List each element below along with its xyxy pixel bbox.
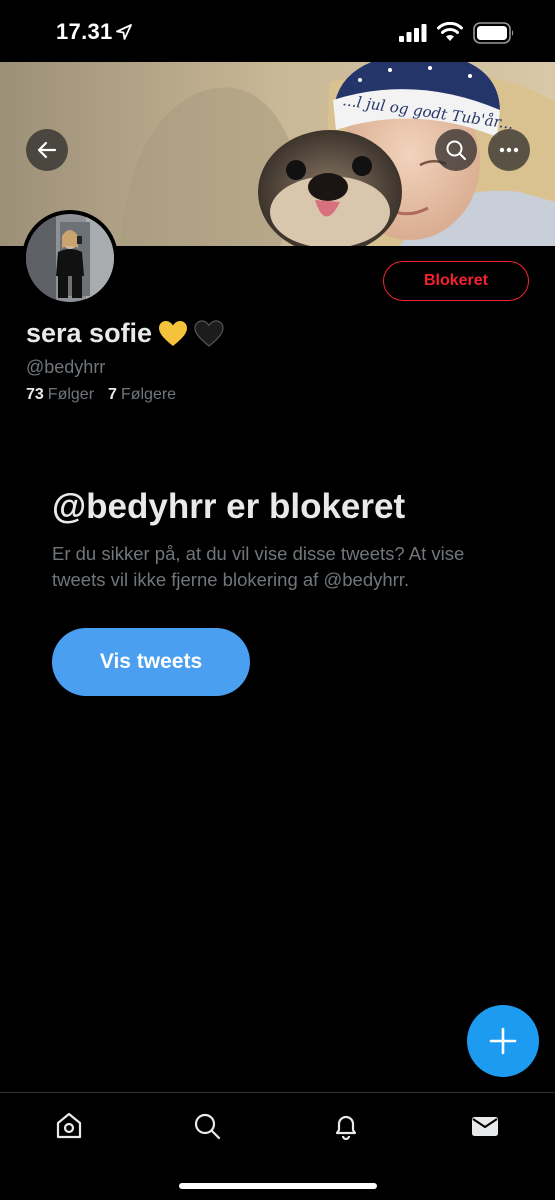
yellow-heart-icon xyxy=(159,320,188,346)
black-heart-icon xyxy=(194,319,224,347)
more-button[interactable] xyxy=(488,129,530,171)
battery-icon xyxy=(473,22,514,44)
blocked-description: Er du sikker på, at du vil vise disse tw… xyxy=(52,543,465,590)
avatar[interactable] xyxy=(22,210,118,306)
wifi-icon xyxy=(437,22,463,41)
search-button[interactable] xyxy=(435,129,477,171)
compose-tweet-button[interactable] xyxy=(467,1005,539,1077)
follow-stats: 73 Følger 7 Følgere xyxy=(26,386,176,404)
bell-icon xyxy=(335,1115,357,1141)
search-icon xyxy=(194,1113,221,1140)
more-icon xyxy=(499,147,519,153)
display-name: sera sofie xyxy=(26,318,153,348)
signal-icon xyxy=(399,24,427,42)
following-link[interactable]: 73 Følger xyxy=(26,386,94,404)
blocked-title: @bedyhrr er blokeret xyxy=(52,487,406,526)
nav-search[interactable] xyxy=(190,1109,224,1143)
status-time: 17.31 xyxy=(56,19,113,44)
blocked-button[interactable]: Blokeret xyxy=(383,261,529,301)
nav-notifications[interactable] xyxy=(329,1109,363,1143)
mail-icon xyxy=(472,1117,498,1136)
location-arrow-icon xyxy=(116,24,132,40)
nav-home[interactable] xyxy=(52,1109,86,1143)
status-bar: 17.31 xyxy=(0,0,555,62)
back-arrow-icon xyxy=(37,141,57,159)
profile-handle: @bedyhrr xyxy=(26,357,106,377)
followers-count: 7 xyxy=(108,386,117,403)
followers-link[interactable]: 7 Følgere xyxy=(108,386,176,404)
home-indicator xyxy=(179,1183,377,1189)
search-icon xyxy=(446,140,466,160)
plus-icon xyxy=(489,1027,517,1055)
avatar-image xyxy=(26,214,114,302)
following-label: Følger xyxy=(47,386,95,403)
show-tweets-button[interactable]: Vis tweets xyxy=(52,628,250,696)
home-icon xyxy=(56,1112,82,1139)
back-button[interactable] xyxy=(26,129,68,171)
following-count: 73 xyxy=(26,386,44,403)
nav-messages[interactable] xyxy=(468,1109,502,1143)
followers-label: Følgere xyxy=(120,386,177,403)
profile-name-row: sera sofie xyxy=(26,318,224,349)
